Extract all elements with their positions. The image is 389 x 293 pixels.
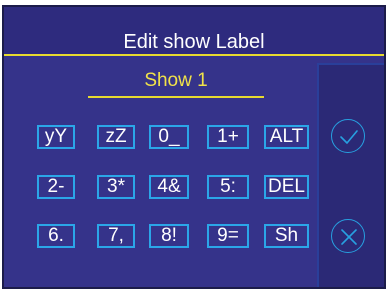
key-9[interactable]: 9=	[207, 224, 249, 248]
label-input-underline	[88, 96, 264, 98]
key-1[interactable]: 1+	[207, 125, 249, 149]
checkmark-circle-icon	[340, 130, 358, 144]
key-shift[interactable]: Sh	[264, 224, 309, 248]
key-4[interactable]: 4&	[149, 175, 189, 199]
key-6[interactable]: 6.	[37, 224, 75, 248]
label-editor-screen: Edit show Label Show 1 yY zZ 0_ 1+ ALT 2…	[2, 5, 386, 289]
header-divider	[4, 54, 384, 56]
key-2[interactable]: 2-	[37, 175, 75, 199]
key-alt[interactable]: ALT	[264, 125, 309, 149]
x-circle-icon	[341, 229, 357, 245]
key-3[interactable]: 3*	[97, 175, 135, 199]
key-del[interactable]: DEL	[264, 175, 309, 199]
cancel-button[interactable]	[331, 219, 365, 253]
page-title: Edit show Label	[123, 31, 265, 53]
key-zZ[interactable]: zZ	[97, 125, 135, 149]
confirm-button[interactable]	[331, 119, 365, 153]
label-input-field[interactable]: Show 1	[88, 71, 264, 91]
key-8[interactable]: 8!	[149, 224, 189, 248]
key-7[interactable]: 7,	[97, 224, 135, 248]
header-bar: Edit show Label	[4, 7, 384, 55]
key-yY[interactable]: yY	[37, 125, 75, 149]
key-5[interactable]: 5:	[207, 175, 249, 199]
key-0[interactable]: 0_	[149, 125, 189, 149]
